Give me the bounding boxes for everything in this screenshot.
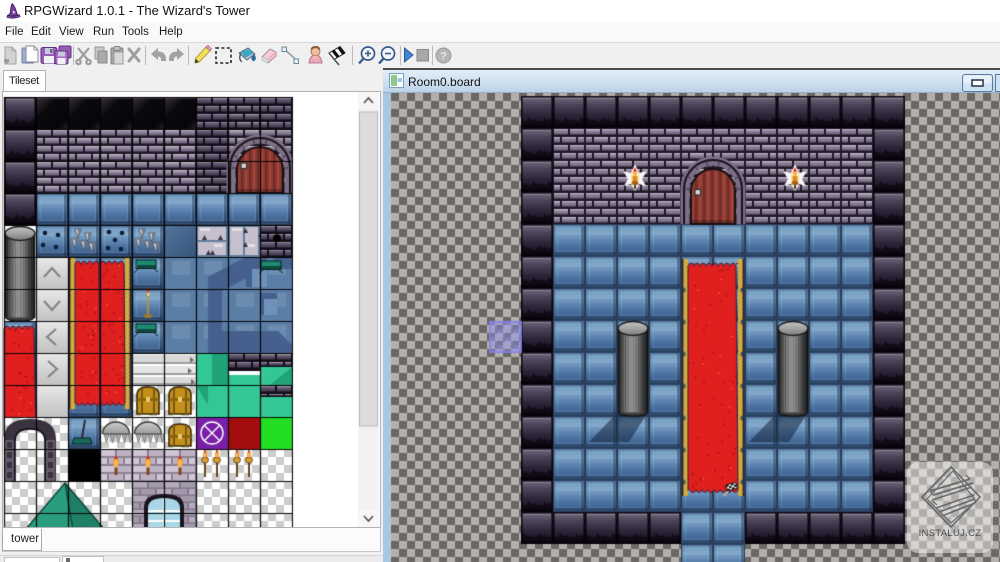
svg-text:?: ?: [440, 51, 447, 63]
